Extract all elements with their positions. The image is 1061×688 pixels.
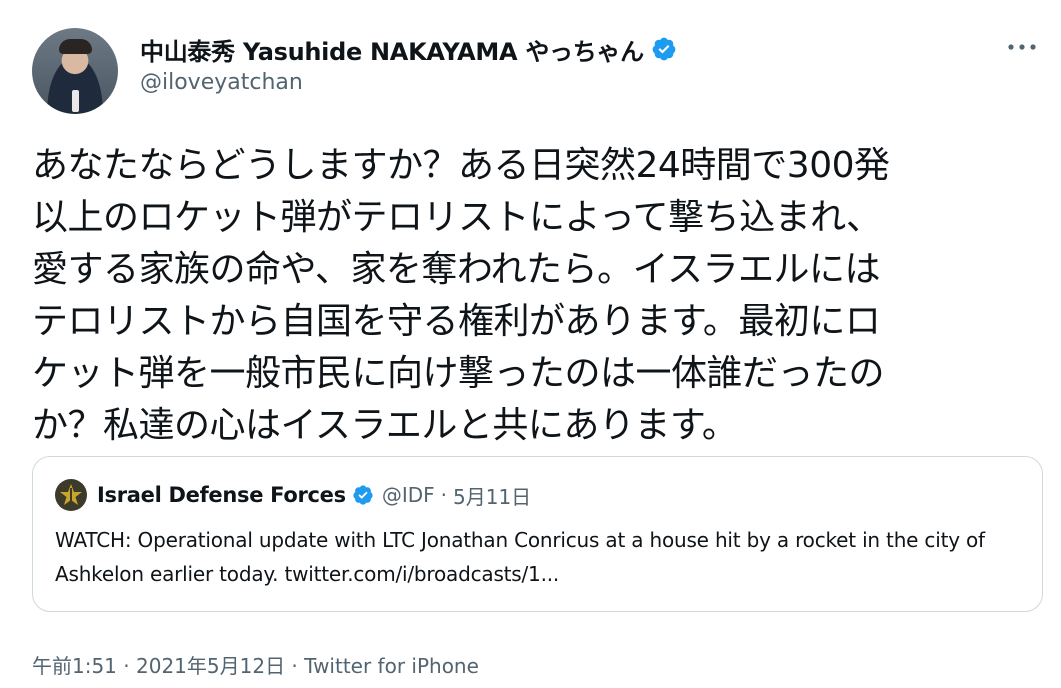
tweet-container: 中山泰秀 Yasuhide NAKAYAMA やっちゃん @iloveyatch…: [0, 0, 1061, 688]
avatar-hair: [59, 39, 92, 54]
quoted-tweet-header: Israel Defense Forces @IDF · 5月11日: [55, 479, 531, 511]
quoted-meta-separator: ·: [440, 483, 447, 507]
quoted-author-avatar: [55, 479, 87, 511]
quoted-author-name[interactable]: Israel Defense Forces: [97, 483, 346, 507]
author-display-name[interactable]: 中山泰秀 Yasuhide NAKAYAMA やっちゃん: [140, 32, 644, 67]
more-options-button[interactable]: [1005, 34, 1039, 60]
author-avatar[interactable]: [32, 28, 118, 114]
quoted-tweet-date[interactable]: 5月11日: [453, 481, 531, 510]
avatar-tie: [72, 90, 79, 112]
idf-emblem-icon: [60, 484, 82, 505]
quoted-verified-badge-icon: [353, 485, 373, 505]
footer-separator-2: ·: [285, 654, 305, 678]
author-info: 中山泰秀 Yasuhide NAKAYAMA やっちゃん @iloveyatch…: [140, 30, 677, 95]
more-horizontal-icon: [1008, 44, 1036, 50]
verified-badge-icon: [652, 37, 676, 61]
footer-separator-1: ·: [116, 654, 136, 678]
author-handle[interactable]: @iloveyatchan: [140, 70, 677, 95]
quoted-tweet-text: WATCH: Operational update with LTC Jonat…: [55, 528, 985, 586]
tweet-date[interactable]: 2021年5月12日: [136, 654, 285, 678]
display-name-row: 中山泰秀 Yasuhide NAKAYAMA やっちゃん: [140, 30, 677, 68]
quoted-tweet-card[interactable]: Israel Defense Forces @IDF · 5月11日 WATCH…: [32, 456, 1043, 612]
tweet-timestamp-row: 午前1:51 · 2021年5月12日 · Twitter for iPhone: [32, 650, 479, 679]
tweet-source[interactable]: Twitter for iPhone: [304, 654, 479, 678]
tweet-body-text: あなたならどうしますか？ある日突然24時間で300発 以上のロケット弾がテロリス…: [32, 145, 890, 446]
tweet-time[interactable]: 午前1:51: [32, 654, 117, 678]
quoted-author-handle[interactable]: @IDF: [382, 483, 435, 507]
